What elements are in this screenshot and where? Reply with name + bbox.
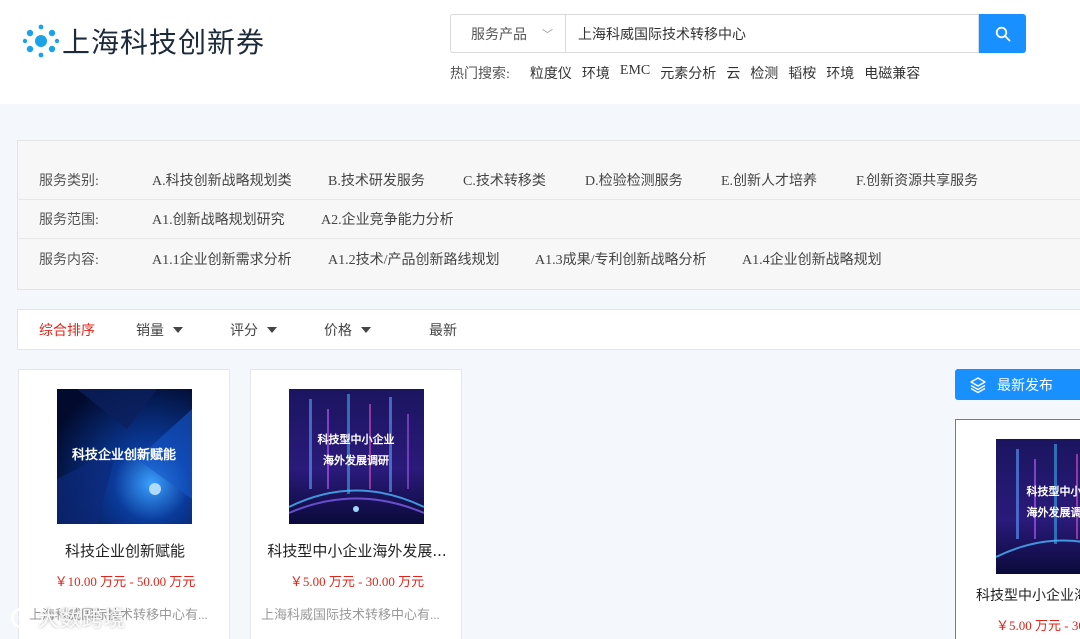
latest-product-title[interactable]: 科技型中小企业海 bbox=[976, 585, 1080, 605]
filter-option[interactable]: A1.2技术/产品创新路线规划 bbox=[328, 249, 500, 269]
filter-option[interactable]: E.创新人才培养 bbox=[721, 170, 817, 190]
caret-down-icon bbox=[173, 326, 183, 333]
sort-label: 价格 bbox=[324, 323, 352, 339]
filter-row-category: 服务类别: A.科技创新战略规划类 B.技术研发服务 C.技术转移类 D.检验检… bbox=[18, 161, 1080, 200]
hot-search-item[interactable]: 元素分析 bbox=[660, 63, 716, 83]
filter-option[interactable]: D.检验检测服务 bbox=[585, 170, 683, 190]
hot-search-item[interactable]: EMC bbox=[620, 63, 650, 83]
product-title[interactable]: 科技企业创新赋能 bbox=[19, 540, 231, 561]
filter-row-content: 服务内容: A1.1企业创新需求分析 A1.2技术/产品创新路线规划 A1.3成… bbox=[18, 239, 1080, 278]
sort-label: 评分 bbox=[230, 323, 258, 339]
hot-search-item[interactable]: 云 bbox=[726, 63, 740, 83]
filter-option[interactable]: C.技术转移类 bbox=[463, 170, 546, 190]
product-card[interactable]: 科技企业创新赋能 科技企业创新赋能 ￥10.00 万元 - 50.00 万元 上… bbox=[18, 369, 230, 639]
sort-label: 综合排序 bbox=[39, 323, 95, 339]
brand-name: 上海科技创新券 bbox=[62, 26, 266, 59]
layers-icon bbox=[970, 376, 986, 393]
product-price: ￥10.00 万元 - 50.00 万元 bbox=[54, 574, 196, 589]
chevron-down-icon: ﹀ bbox=[542, 28, 553, 41]
product-image-text: 科技型中小企业 bbox=[318, 432, 395, 446]
filter-label: 服务范围: bbox=[39, 213, 99, 228]
latest-releases-heading: 最新发布 bbox=[997, 378, 1053, 394]
hot-searches: 热门搜索: 粒度仪 环境 EMC 元素分析 云 检测 韬桉 环境 电磁兼容 bbox=[450, 63, 930, 83]
latest-product-image[interactable]: 科技型中小 海外发展调 bbox=[995, 439, 1080, 574]
hot-search-item[interactable]: 电磁兼容 bbox=[864, 63, 920, 83]
caret-down-icon bbox=[267, 326, 277, 333]
watermark: 大数跨境 bbox=[8, 602, 126, 634]
filter-row-scope: 服务范围: A1.创新战略规划研究 A2.企业竞争能力分析 bbox=[18, 200, 1080, 239]
filter-option[interactable]: A1.4企业创新战略规划 bbox=[742, 249, 882, 269]
latest-releases-tab[interactable]: 最新发布 bbox=[955, 369, 1080, 400]
filter-option[interactable]: B.技术研发服务 bbox=[328, 170, 425, 190]
latest-product-price: ￥5.00 万元 - 30 bbox=[996, 618, 1080, 633]
search-category-label: 服务产品 bbox=[471, 27, 527, 43]
search-category-select[interactable]: 服务产品 ﹀ bbox=[450, 14, 565, 53]
sort-label: 销量 bbox=[136, 323, 164, 339]
product-image[interactable]: 科技企业创新赋能 bbox=[57, 389, 192, 524]
sort-label: 最新 bbox=[429, 323, 457, 339]
sort-rating[interactable]: 评分 bbox=[230, 310, 277, 349]
sort-price[interactable]: 价格 bbox=[324, 310, 371, 349]
logo-icon bbox=[22, 24, 60, 58]
sort-sales[interactable]: 销量 bbox=[136, 310, 183, 349]
hot-search-item[interactable]: 环境 bbox=[826, 63, 854, 83]
product-card[interactable]: 科技型中小企业 海外发展调研 科技型中小企业海外发展... ￥5.00 万元 -… bbox=[250, 369, 462, 639]
latest-image-text: 科技型中小 bbox=[1027, 484, 1080, 498]
product-title[interactable]: 科技型中小企业海外发展... bbox=[251, 540, 463, 561]
hot-search-item[interactable]: 环境 bbox=[582, 63, 610, 83]
watermark-text: 大数跨境 bbox=[38, 607, 126, 631]
filter-option[interactable]: A1.3成果/专利创新战略分析 bbox=[535, 249, 707, 269]
filter-option[interactable]: A2.企业竞争能力分析 bbox=[321, 209, 454, 229]
sort-newest[interactable]: 最新 bbox=[429, 310, 457, 349]
filter-option[interactable]: A1.创新战略规划研究 bbox=[152, 209, 285, 229]
search-button[interactable] bbox=[979, 14, 1026, 53]
filter-option[interactable]: F.创新资源共享服务 bbox=[856, 170, 978, 190]
product-image-text: 科技企业创新赋能 bbox=[72, 447, 176, 463]
search-icon bbox=[995, 26, 1010, 41]
watermark-logo-icon bbox=[11, 607, 29, 629]
caret-down-icon bbox=[361, 326, 371, 333]
filter-option[interactable]: A1.1企业创新需求分析 bbox=[152, 249, 292, 269]
filter-option[interactable]: A.科技创新战略规划类 bbox=[152, 170, 292, 190]
filter-label: 服务内容: bbox=[39, 252, 99, 268]
site-logo[interactable]: 上海科技创新券 bbox=[22, 22, 265, 60]
search-bar: 服务产品 ﹀ bbox=[450, 14, 1026, 53]
latest-image-text: 海外发展调 bbox=[1027, 505, 1080, 519]
product-shop[interactable]: 上海科威国际技术转移中心有... bbox=[261, 604, 453, 623]
hot-search-item[interactable]: 检测 bbox=[750, 63, 778, 83]
product-price: ￥5.00 万元 - 30.00 万元 bbox=[289, 574, 425, 589]
search-input[interactable] bbox=[565, 14, 979, 53]
header: 上海科技创新券 服务产品 ﹀ 热门搜索: 粒度仪 环境 EMC 元素分析 云 检… bbox=[0, 0, 1080, 104]
product-image-text: 海外发展调研 bbox=[323, 453, 389, 467]
hot-search-item[interactable]: 韬桉 bbox=[788, 63, 816, 83]
sort-comprehensive[interactable]: 综合排序 bbox=[39, 310, 95, 349]
filter-panel: 服务类别: A.科技创新战略规划类 B.技术研发服务 C.技术转移类 D.检验检… bbox=[17, 140, 1080, 290]
hot-search-label: 热门搜索: bbox=[450, 67, 510, 82]
filter-label: 服务类别: bbox=[39, 174, 99, 189]
product-image[interactable]: 科技型中小企业 海外发展调研 bbox=[289, 389, 424, 524]
sort-bar: 综合排序 销量 评分 价格 最新 bbox=[17, 309, 1080, 350]
latest-product-card[interactable]: 科技型中小 海外发展调 科技型中小企业海 ￥5.00 万元 - 30 bbox=[955, 419, 1080, 639]
hot-search-item[interactable]: 粒度仪 bbox=[530, 63, 572, 83]
